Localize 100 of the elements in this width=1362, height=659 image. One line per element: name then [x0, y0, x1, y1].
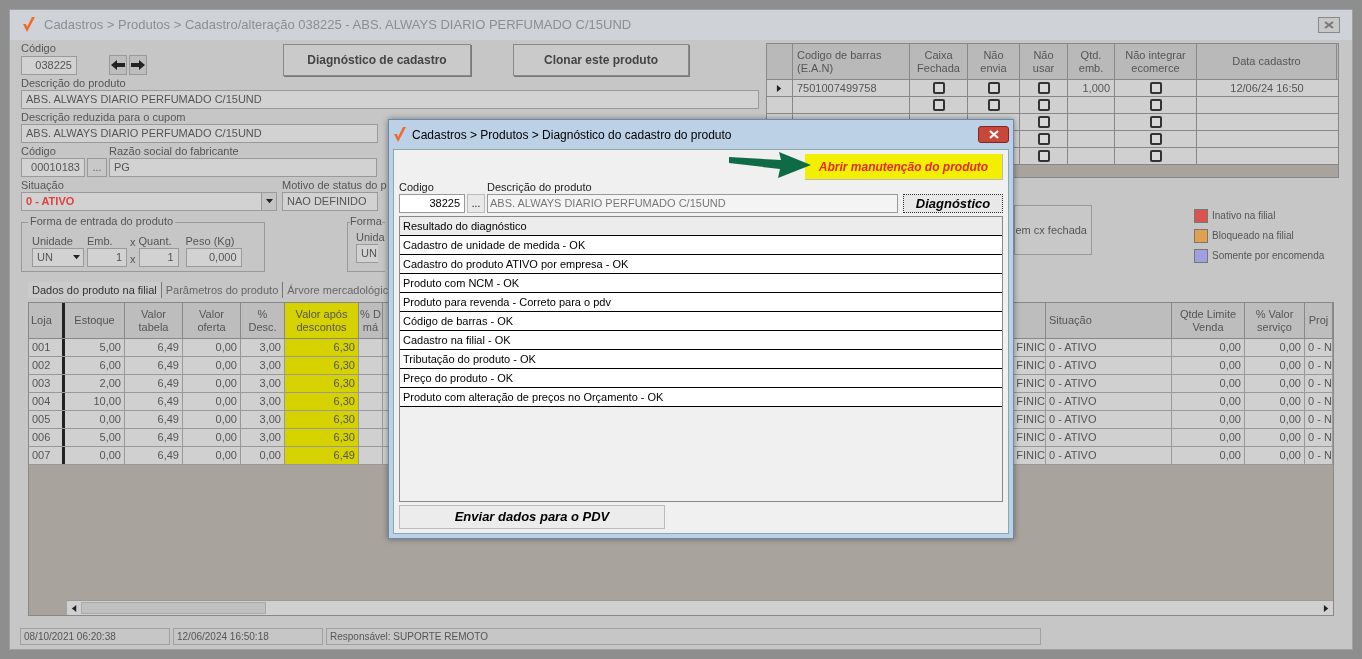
closed-box-button[interactable]: em cx fechada	[1014, 205, 1092, 255]
status-bar-item: 08/10/2021 06:20:38	[20, 628, 170, 645]
table-cell: FINIC	[1016, 341, 1045, 353]
table-cell: 0,00	[215, 377, 237, 389]
checkbox[interactable]	[1149, 99, 1162, 111]
result-row[interactable]: Produto para revenda - Correto para o pdv	[400, 293, 1002, 312]
table-cell: 0,00	[1279, 431, 1301, 443]
table-cell: 0,00	[259, 449, 281, 461]
status-dropdown[interactable]: 0 - ATIVO	[21, 192, 277, 211]
result-row[interactable]: Produto com NCM - OK	[400, 274, 1002, 293]
table-cell: 0,00	[1279, 449, 1301, 461]
table-cell: 6,30	[333, 413, 355, 425]
table-cell: 0 - N	[1308, 341, 1332, 353]
table-cell: 6,30	[333, 431, 355, 443]
checkbox[interactable]	[1149, 116, 1162, 128]
table-cell: 5,00	[99, 431, 121, 443]
text-field[interactable]: 00010183	[21, 158, 85, 177]
table-cell: 6,49	[157, 359, 179, 371]
table-cell: 2,00	[99, 377, 121, 389]
unit-dropdown[interactable]: UN	[356, 244, 378, 263]
checkbox[interactable]	[1037, 150, 1050, 162]
scroll-left-icon	[70, 604, 78, 612]
column-header: Caixa Fechada	[910, 44, 968, 79]
checkmark-logo-icon	[22, 16, 36, 34]
table-cell: 0,00	[1279, 395, 1301, 407]
result-row[interactable]: Código de barras - OK	[400, 312, 1002, 331]
text-field[interactable]: NAO DEFINIDO	[282, 192, 378, 211]
result-row[interactable]: Produto com alteração de preços no Orçamento - OK	[400, 388, 1002, 407]
table-cell: FINIC	[1016, 395, 1045, 407]
checkbox[interactable]	[1149, 150, 1162, 162]
table-cell: FINIC	[1016, 377, 1045, 389]
tab[interactable]: Dados do produto na filial	[28, 282, 162, 298]
diagnostic-button[interactable]: Diagnóstico	[903, 194, 1003, 213]
checkbox[interactable]	[1149, 82, 1162, 94]
description-field[interactable]: ABS. ALWAYS DIARIO PERFUMADO C/15UND	[487, 194, 898, 213]
text-field[interactable]: PG	[109, 158, 377, 177]
table-cell: 6,49	[157, 413, 179, 425]
table-cell: 0 - ATIVO	[1049, 341, 1097, 353]
checkbox[interactable]	[987, 99, 1000, 111]
field-label: Unidade	[32, 235, 74, 248]
table-cell: 6,49	[333, 449, 355, 461]
table-cell: 0,00	[1279, 359, 1301, 371]
group-title: Forma	[350, 215, 382, 228]
field-label: Descrição do produto	[487, 181, 593, 194]
horizontal-scrollbar[interactable]	[67, 600, 1333, 615]
code-field[interactable]: 38225	[399, 194, 465, 213]
table-cell: 0,00	[215, 359, 237, 371]
result-row[interactable]: Cadastro na filial - OK	[400, 331, 1002, 350]
table-cell: 3,00	[259, 377, 281, 389]
checkbox[interactable]	[1149, 133, 1162, 145]
field-label: Código	[21, 42, 57, 55]
current-row-icon	[776, 84, 783, 92]
column-header: Não usar	[1020, 44, 1068, 79]
table-cell: 007	[32, 449, 51, 461]
checkbox[interactable]	[932, 99, 945, 111]
table-cell: 0 - N	[1308, 431, 1332, 443]
column-header: Qtde Limite Venda	[1172, 303, 1245, 338]
column-header: % Valor serviço	[1245, 303, 1305, 338]
table-cell: 0,00	[1279, 341, 1301, 353]
checkbox[interactable]	[1037, 116, 1050, 128]
field-label: Código	[21, 145, 57, 158]
result-row[interactable]: Tributação do produto - OK	[400, 350, 1002, 369]
diagnostico-button[interactable]: Diagnóstico de cadastro	[283, 44, 471, 76]
text-field[interactable]: 1	[138, 248, 179, 267]
list-header: Resultado do diagnóstico	[400, 217, 1002, 236]
checkbox[interactable]	[1037, 99, 1050, 111]
lookup-button[interactable]: ...	[87, 158, 107, 177]
table-cell: 0,00	[215, 395, 237, 407]
description-field[interactable]: ABS. ALWAYS DIARIO PERFUMADO C/15UND	[21, 124, 378, 143]
table-cell: 0 - N	[1308, 377, 1332, 389]
result-row[interactable]: Preço do produto - OK	[400, 369, 1002, 388]
lookup-button[interactable]: ...	[467, 194, 485, 213]
checkbox[interactable]	[1037, 133, 1050, 145]
table-cell: 0 - ATIVO	[1049, 377, 1097, 389]
send-to-pdv-button[interactable]: Enviar dados para o PDV	[399, 505, 665, 529]
column-header: Estoque	[65, 303, 125, 338]
clone-button[interactable]: Clonar este produto	[513, 44, 689, 76]
unit-dropdown[interactable]: UN	[32, 248, 84, 267]
column-header: Codigo de barras (E.A.N)	[793, 44, 910, 79]
text-field[interactable]: 038225	[21, 55, 77, 75]
checkbox[interactable]	[932, 82, 945, 94]
open-maintenance-button[interactable]: Abrir manutenção do produto	[805, 154, 1003, 180]
tab[interactable]: Parâmetros do produto	[161, 282, 284, 298]
table-cell: 6,30	[333, 341, 355, 353]
table-cell: 0,00	[1219, 395, 1241, 407]
legend-label: Bloqueado na filial	[1212, 229, 1294, 243]
checkbox[interactable]	[1037, 82, 1050, 94]
table-cell: 0 - N	[1308, 395, 1332, 407]
description-field[interactable]: ABS. ALWAYS DIARIO PERFUMADO C/15UND	[21, 90, 759, 109]
result-row[interactable]: Cadastro do produto ATIVO por empresa - OK	[400, 255, 1002, 274]
table-cell: 002	[32, 359, 51, 371]
table-cell: 0,00	[1219, 377, 1241, 389]
result-row[interactable]: Cadastro de unidade de medida - OK	[400, 236, 1002, 255]
checkbox[interactable]	[987, 82, 1000, 94]
text-field[interactable]: 0,000	[185, 248, 242, 267]
table-cell: 12/06/24 16:50	[1230, 82, 1304, 94]
table-cell: 0,00	[1219, 359, 1241, 371]
close-icon[interactable]	[978, 126, 1009, 143]
text-field[interactable]: 1	[87, 248, 127, 267]
table-cell: 0 - N	[1308, 449, 1332, 461]
